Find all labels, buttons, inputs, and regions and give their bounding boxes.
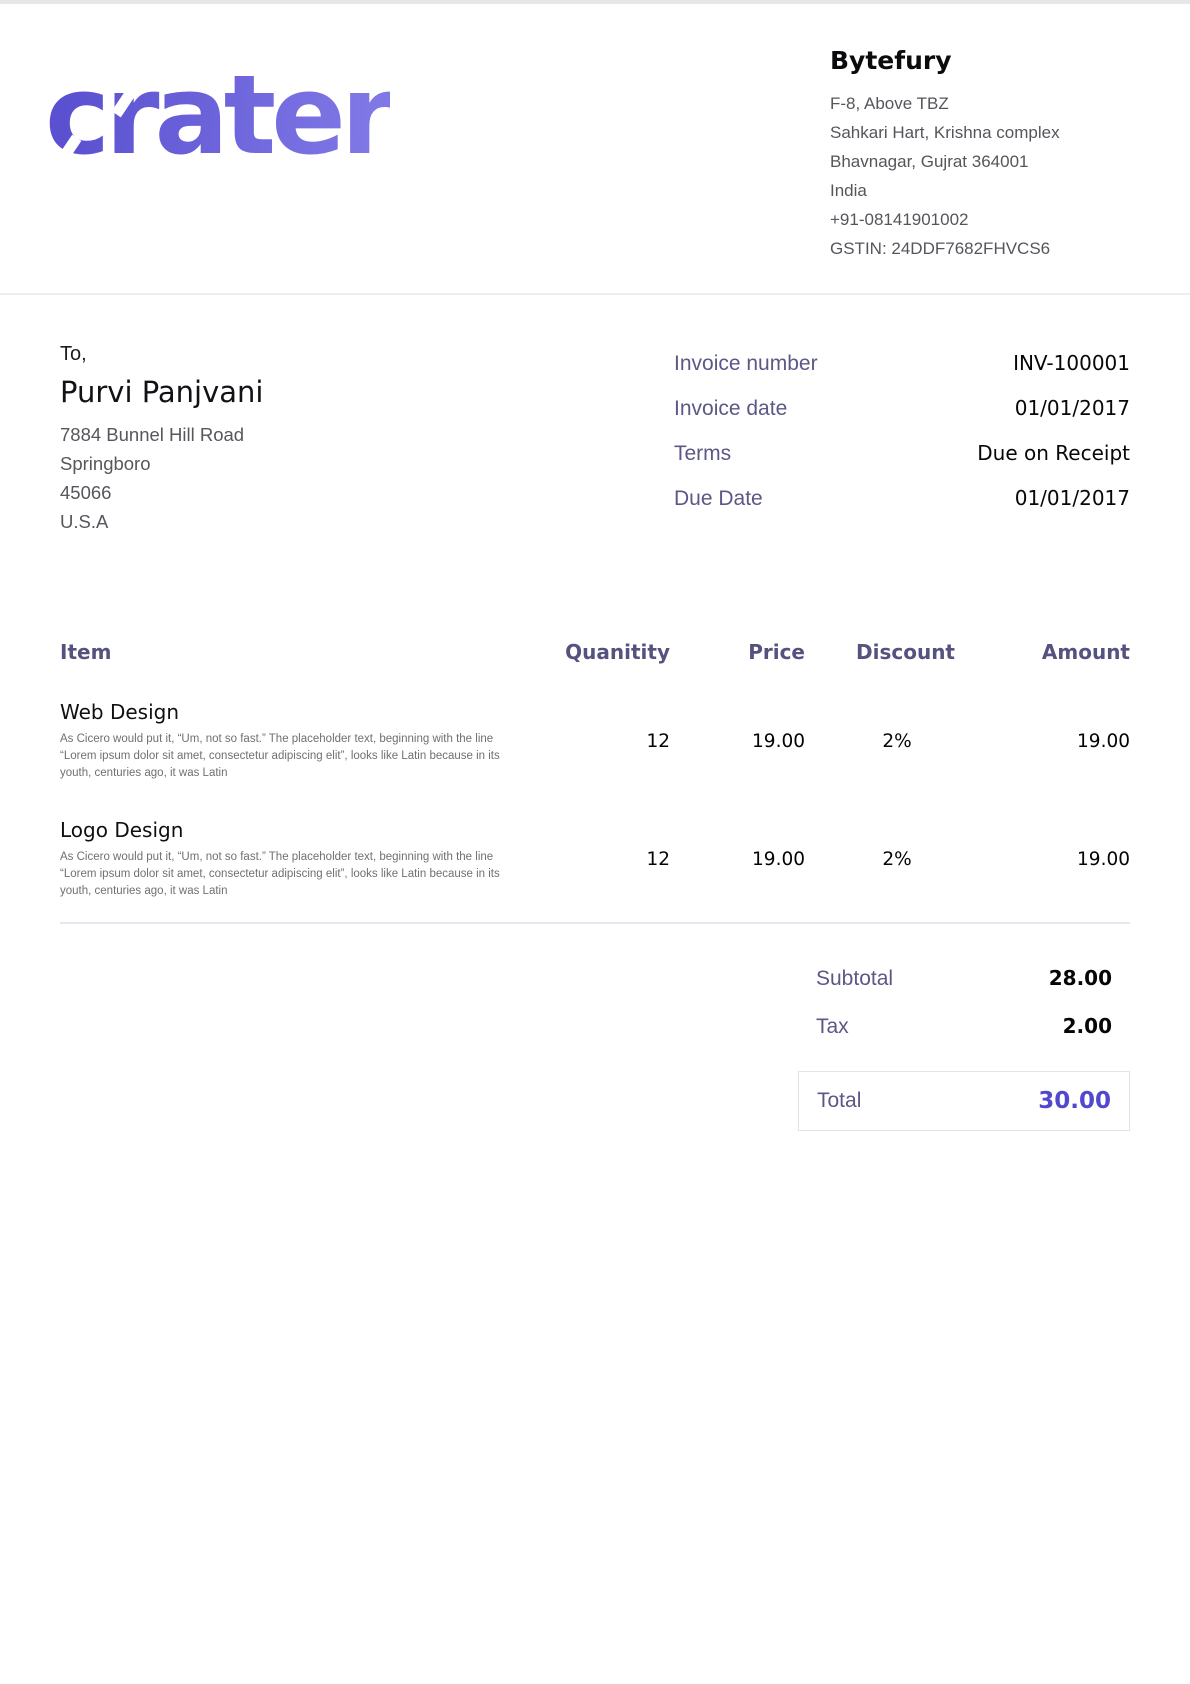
invoice-number-row: Invoice number INV-100001: [674, 351, 1130, 376]
company-info: Bytefury F-8, Above TBZ Sahkari Hart, Kr…: [830, 44, 1130, 263]
company-address-line: F-8, Above TBZ: [830, 89, 1130, 118]
table-row: Logo Design As Cicero would put it, “Um,…: [60, 818, 1130, 900]
customer-address-line: U.S.A: [60, 507, 674, 536]
item-price: 19.00: [670, 849, 805, 870]
customer-name: Purvi Panjvani: [60, 375, 674, 409]
item-discount: 2%: [805, 849, 955, 870]
total-value: 30.00: [1038, 1088, 1111, 1114]
price-column-header: Price: [670, 640, 805, 664]
crater-logo-text: crater: [45, 60, 390, 170]
items-divider: [60, 922, 1130, 924]
item-amount: 19.00: [955, 849, 1130, 870]
item-cell: Web Design As Cicero would put it, “Um, …: [60, 700, 530, 782]
company-address-line: Sahkari Hart, Krishna complex: [830, 118, 1130, 147]
discount-column-header: Discount: [805, 640, 955, 664]
total-label: Total: [817, 1089, 861, 1113]
amount-column-header: Amount: [955, 640, 1130, 664]
company-address-line: Bhavnagar, Gujrat 364001: [830, 147, 1130, 176]
subtotal-value: 28.00: [1049, 966, 1112, 990]
customer-address-line: 7884 Bunnel Hill Road: [60, 420, 674, 449]
table-row: Web Design As Cicero would put it, “Um, …: [60, 700, 1130, 782]
company-name: Bytefury: [830, 46, 1130, 75]
customer-address-line: 45066: [60, 478, 674, 507]
items-section: Item Quanitity Price Discount Amount Web…: [0, 640, 1190, 1131]
customer-address-line: Springboro: [60, 449, 674, 478]
company-phone: +91-08141901002: [830, 205, 1130, 234]
tax-row: Tax 2.00: [798, 1014, 1130, 1039]
due-date-row: Due Date 01/01/2017: [674, 486, 1130, 511]
terms-label: Terms: [674, 442, 731, 466]
invoice-number-label: Invoice number: [674, 352, 818, 376]
invoice-date-row: Invoice date 01/01/2017: [674, 396, 1130, 421]
invoice-meta-block: Invoice number INV-100001 Invoice date 0…: [674, 343, 1130, 536]
item-quantity: 12: [530, 849, 670, 870]
item-description: As Cicero would put it, “Um, not so fast…: [60, 849, 512, 900]
company-address-line: India: [830, 176, 1130, 205]
subtotal-row: Subtotal 28.00: [798, 966, 1130, 991]
item-description: As Cicero would put it, “Um, not so fast…: [60, 731, 512, 782]
item-discount: 2%: [805, 731, 955, 752]
item-column-header: Item: [60, 640, 530, 664]
bill-to-label: To,: [60, 343, 674, 366]
billing-and-meta-section: To, Purvi Panjvani 7884 Bunnel Hill Road…: [0, 343, 1190, 536]
crater-logo: crater: [45, 60, 390, 170]
item-name: Web Design: [60, 700, 530, 724]
tax-label: Tax: [816, 1015, 849, 1039]
bill-to-block: To, Purvi Panjvani 7884 Bunnel Hill Road…: [60, 343, 674, 536]
terms-value: Due on Receipt: [977, 441, 1130, 465]
invoice-header: crater Bytefury F-8, Above TBZ Sahkari H…: [0, 4, 1190, 295]
item-price: 19.00: [670, 731, 805, 752]
company-gstin: GSTIN: 24DDF7682FHVCS6: [830, 234, 1130, 263]
item-amount: 19.00: [955, 731, 1130, 752]
invoice-number-value: INV-100001: [1013, 351, 1130, 375]
invoice-date-value: 01/01/2017: [1015, 396, 1130, 420]
due-date-value: 01/01/2017: [1015, 486, 1130, 510]
item-cell: Logo Design As Cicero would put it, “Um,…: [60, 818, 530, 900]
due-date-label: Due Date: [674, 487, 763, 511]
items-table-header: Item Quanitity Price Discount Amount: [60, 640, 1130, 664]
invoice-date-label: Invoice date: [674, 397, 787, 421]
totals-block: Subtotal 28.00 Tax 2.00 Total 30.00: [798, 966, 1130, 1131]
invoice-page: crater Bytefury F-8, Above TBZ Sahkari H…: [0, 0, 1190, 1684]
item-quantity: 12: [530, 731, 670, 752]
tax-value: 2.00: [1063, 1014, 1112, 1038]
grand-total-box: Total 30.00: [798, 1071, 1130, 1131]
quantity-column-header: Quanitity: [530, 640, 670, 664]
terms-row: Terms Due on Receipt: [674, 441, 1130, 466]
subtotal-label: Subtotal: [816, 967, 893, 991]
item-name: Logo Design: [60, 818, 530, 842]
